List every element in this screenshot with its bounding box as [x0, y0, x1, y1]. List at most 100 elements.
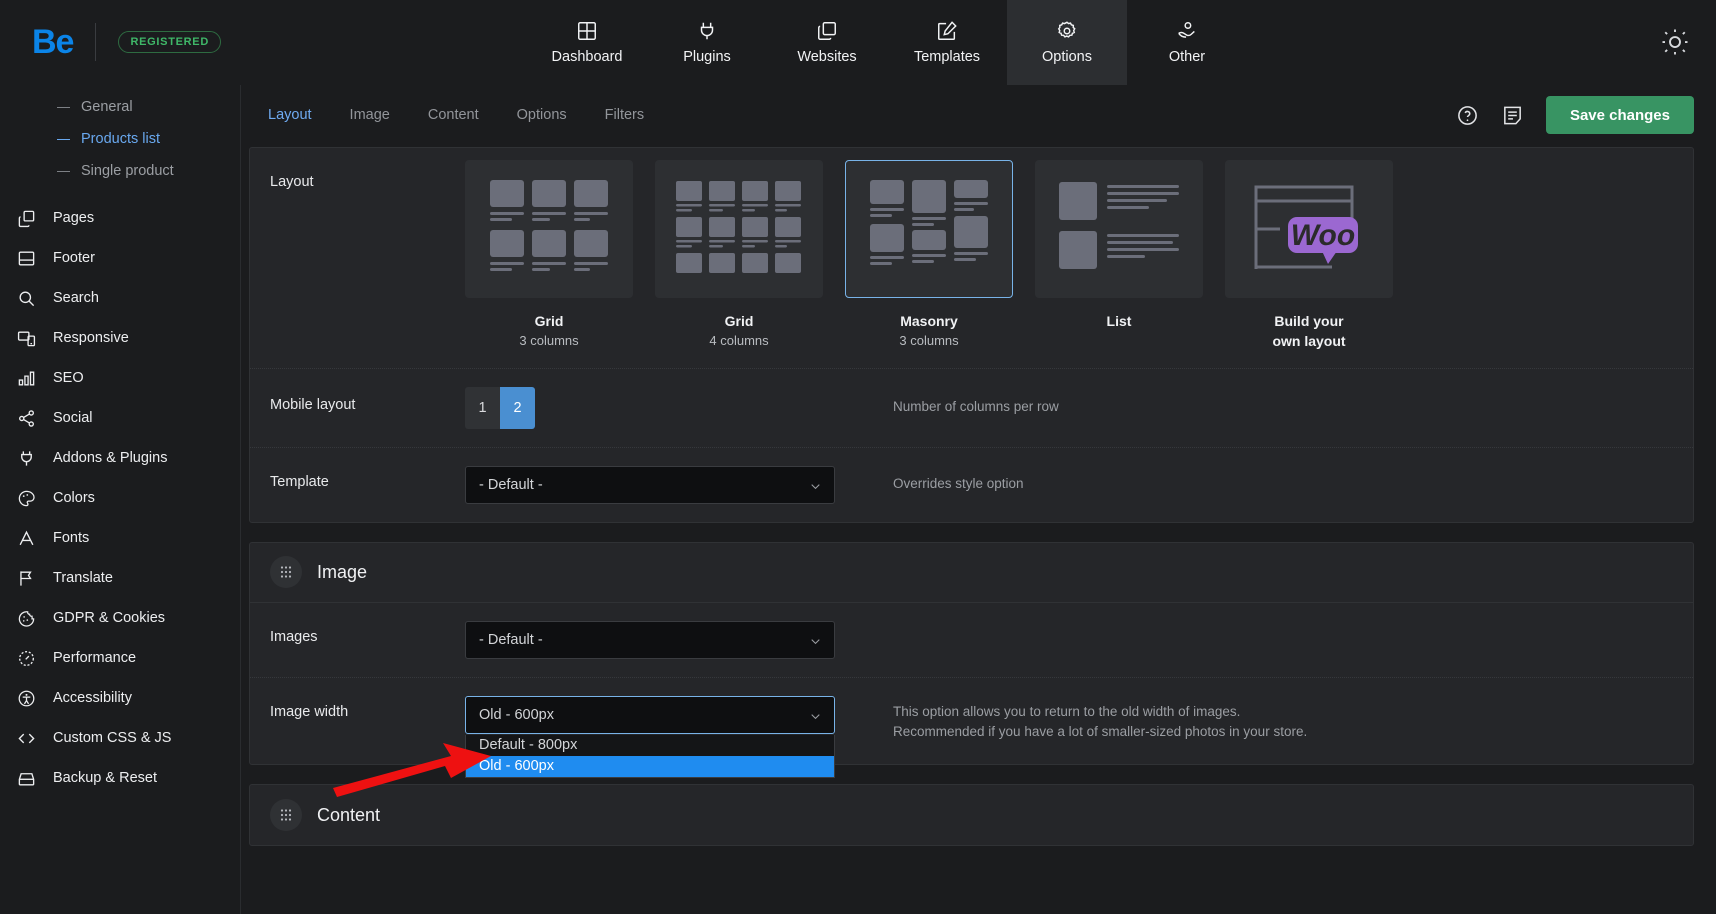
- row-label: Images: [270, 628, 318, 645]
- nav-item-websites[interactable]: Websites: [767, 0, 887, 85]
- sidebar-item-label: Social: [53, 410, 93, 426]
- mobile-layout-row: Mobile layout 1 2 Number of columns per …: [250, 367, 1693, 447]
- edit-square-icon: [936, 20, 958, 42]
- copy-icon: [816, 20, 838, 42]
- layout-card-caption: List: [1035, 312, 1203, 332]
- chevron-down-icon: [809, 710, 822, 727]
- image-width-option-old-600px[interactable]: Old - 600px: [466, 755, 834, 777]
- row-label: Mobile layout: [270, 396, 356, 413]
- images-select[interactable]: - Default -: [465, 620, 835, 659]
- sidebar-item-social[interactable]: Social: [0, 398, 240, 438]
- hand-user-icon: [1176, 20, 1198, 42]
- mobile-columns-option-2[interactable]: 2: [500, 386, 535, 429]
- accessibility-icon: [16, 688, 37, 709]
- image-width-select[interactable]: Old - 600px Default - 800px Old - 600px: [465, 695, 835, 778]
- sidebar-item-seo[interactable]: SEO: [0, 358, 240, 398]
- chevron-down-icon: [809, 480, 822, 497]
- layout-card-caption: Grid 3 columns: [465, 312, 633, 350]
- image-width-field: Old - 600px Default - 800px Old - 600px: [465, 678, 865, 778]
- layout-card-masonry-3[interactable]: Masonry 3 columns: [845, 160, 1013, 352]
- layout-thumb: [655, 160, 823, 298]
- sidebar-subitem-label: General: [81, 99, 133, 115]
- sidebar-item-gdpr-cookies[interactable]: GDPR & Cookies: [0, 598, 240, 638]
- sidebar-item-addons-plugins[interactable]: Addons & Plugins: [0, 438, 240, 478]
- sidebar-subitem-single-product[interactable]: Single product: [0, 155, 240, 187]
- sidebar-item-colors[interactable]: Colors: [0, 478, 240, 518]
- tab-content[interactable]: Content: [409, 85, 498, 145]
- top-bar: Be REGISTERED Dashboard Plugins Websites…: [0, 0, 1716, 85]
- main-nav: Dashboard Plugins Websites Templates Opt…: [527, 0, 1247, 85]
- grid-icon: [576, 20, 598, 42]
- brand-divider: [95, 23, 97, 61]
- sidebar-subitem-products-list[interactable]: Products list: [0, 123, 240, 155]
- sidebar-item-backup-reset[interactable]: Backup & Reset: [0, 758, 240, 798]
- layout-card-grid-4[interactable]: Grid 4 columns: [655, 160, 823, 352]
- tab-image[interactable]: Image: [331, 85, 409, 145]
- sidebar-item-label: Translate: [53, 570, 113, 586]
- row-label: Template: [270, 473, 329, 490]
- nav-item-other[interactable]: Other: [1127, 0, 1247, 85]
- sidebar-item-footer[interactable]: Footer: [0, 238, 240, 278]
- mobile-columns-toggle[interactable]: 1 2: [465, 386, 535, 429]
- sidebar-item-label: Performance: [53, 650, 137, 666]
- sidebar-item-translate[interactable]: Translate: [0, 558, 240, 598]
- sidebar-item-label: Addons & Plugins: [53, 450, 168, 466]
- layout-card-title: List: [1106, 313, 1132, 329]
- row-label: Layout: [270, 174, 314, 190]
- layout-card-list[interactable]: List: [1035, 160, 1203, 352]
- layout-card-subtitle: 3 columns: [519, 332, 579, 348]
- layout-card-title: Grid: [724, 313, 754, 329]
- drag-handle-icon[interactable]: [270, 799, 302, 832]
- cookie-icon: [16, 608, 37, 629]
- bar-chart-icon: [16, 368, 37, 389]
- layout-card-build-your-own[interactable]: Woo Build your own layout: [1225, 160, 1393, 352]
- flag-icon: [16, 568, 37, 589]
- sidebar-item-pages[interactable]: Pages: [0, 198, 240, 238]
- sun-icon[interactable]: [1660, 27, 1690, 57]
- layout-card-subtitle: own layout: [1272, 332, 1346, 349]
- tab-layout[interactable]: Layout: [249, 85, 331, 145]
- drag-handle-icon[interactable]: [270, 556, 302, 589]
- layout-card-title: Build your: [1274, 313, 1344, 329]
- nav-item-templates[interactable]: Templates: [887, 0, 1007, 85]
- chevron-down-icon: [809, 635, 822, 652]
- save-button[interactable]: Save changes: [1545, 96, 1694, 134]
- nav-label: Other: [1168, 49, 1206, 65]
- sidebar-item-fonts[interactable]: Fonts: [0, 518, 240, 558]
- nav-item-dashboard[interactable]: Dashboard: [527, 0, 647, 85]
- sidebar-item-performance[interactable]: Performance: [0, 638, 240, 678]
- layout-card-subtitle: 4 columns: [709, 332, 769, 348]
- sidebar-item-search[interactable]: Search: [0, 278, 240, 318]
- panel-title: Content: [317, 804, 381, 825]
- mobile-columns-option-1[interactable]: 1: [465, 386, 500, 429]
- sidebar-item-custom-css-js[interactable]: Custom CSS & JS: [0, 718, 240, 758]
- letter-a-icon: [16, 528, 37, 549]
- layout-card-grid-3[interactable]: Grid 3 columns: [465, 160, 633, 352]
- note-icon[interactable]: [1501, 104, 1524, 127]
- nav-label: Websites: [797, 49, 857, 65]
- app-logo[interactable]: Be: [32, 25, 74, 59]
- sidebar-item-label: Colors: [53, 490, 95, 506]
- images-field: - Default -: [465, 603, 865, 677]
- question-circle-icon[interactable]: [1456, 104, 1479, 127]
- layout-thumb: [845, 160, 1013, 298]
- share-icon: [16, 408, 37, 429]
- image-panel: Image Images - Default - Image width Old…: [249, 541, 1694, 778]
- sidebar-item-label: Backup & Reset: [53, 770, 157, 786]
- layout-card-list: Grid 3 columns Grid 4 columns Masonry 3 …: [465, 148, 1673, 368]
- nav-item-plugins[interactable]: Plugins: [647, 0, 767, 85]
- template-field: - Default -: [465, 448, 865, 522]
- sidebar-item-responsive[interactable]: Responsive: [0, 318, 240, 358]
- tab-filters[interactable]: Filters: [586, 85, 663, 145]
- sidebar-item-label: Fonts: [53, 530, 90, 546]
- sidebar-subitem-general[interactable]: General: [0, 91, 240, 123]
- tab-options[interactable]: Options: [498, 85, 586, 145]
- template-select[interactable]: - Default -: [465, 465, 835, 504]
- nav-item-options[interactable]: Options: [1007, 0, 1127, 85]
- sidebar-item-accessibility[interactable]: Accessibility: [0, 678, 240, 718]
- gear-icon: [1056, 20, 1078, 42]
- sidebar-item-label: Responsive: [53, 330, 129, 346]
- image-panel-header: Image: [250, 543, 1693, 603]
- images-desc: [865, 603, 1693, 677]
- image-width-option-default-800px[interactable]: Default - 800px: [466, 735, 834, 756]
